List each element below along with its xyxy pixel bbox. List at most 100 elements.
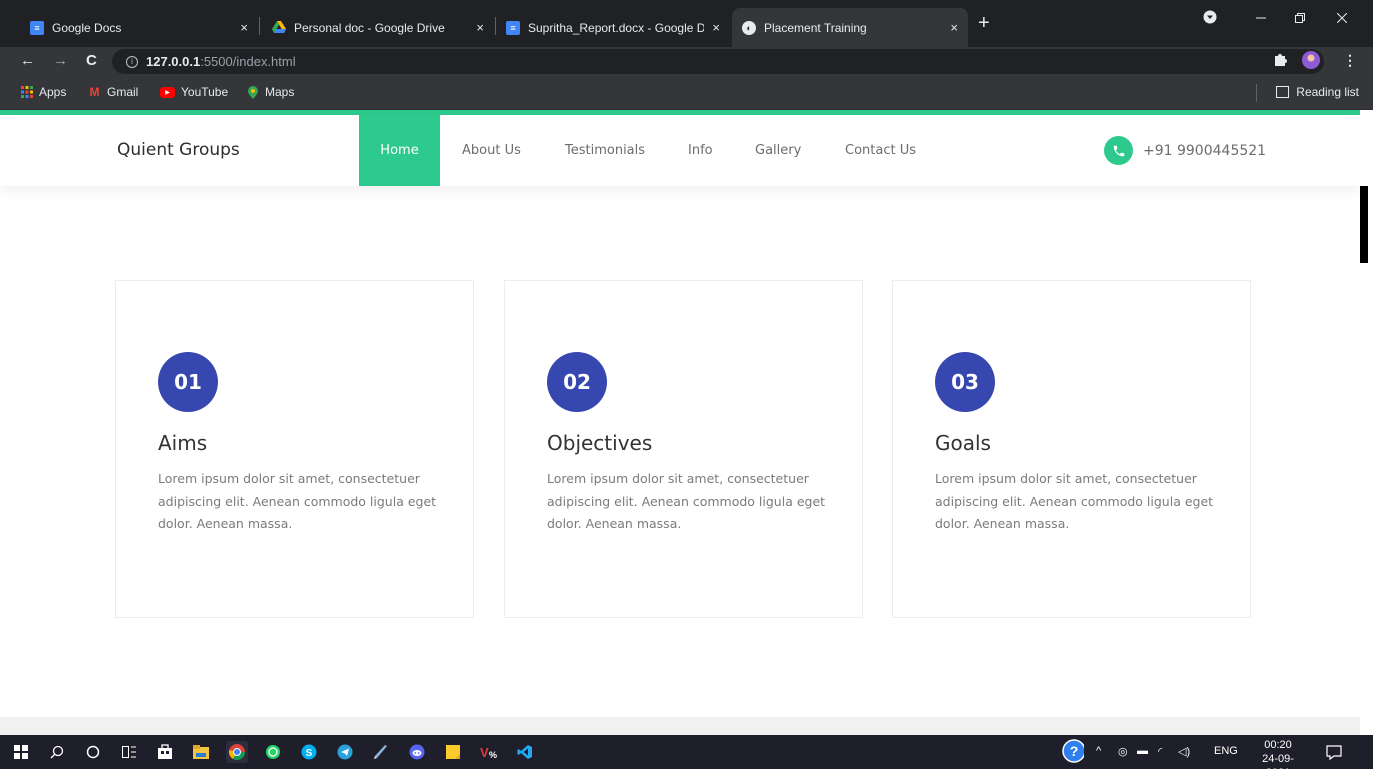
page-scrollbar-thumb[interactable] — [1360, 186, 1368, 263]
cortana-icon[interactable] — [82, 741, 104, 763]
restore-icon[interactable] — [1295, 10, 1305, 26]
language-indicator[interactable]: ENG — [1214, 745, 1238, 757]
reading-list-label: Reading list — [1296, 85, 1359, 99]
youtube-icon: ▶ — [160, 86, 175, 98]
feature-card-objectives: 02 Objectives Lorem ipsum dolor sit amet… — [504, 280, 863, 618]
reading-list-button[interactable]: Reading list — [1276, 85, 1359, 99]
search-icon[interactable] — [46, 741, 68, 763]
phone-number: +91 9900445521 — [1143, 142, 1267, 159]
bookmark-label: Maps — [265, 85, 295, 99]
bookmark-gmail[interactable]: M Gmail — [88, 85, 139, 99]
svg-text:?: ? — [1070, 743, 1079, 759]
bookmarks-bar: Apps M Gmail ▶ YouTube Maps Reading list — [0, 76, 1373, 110]
file-explorer-icon[interactable] — [190, 741, 212, 763]
extensions-puzzle-icon[interactable] — [1273, 52, 1287, 69]
browser-toolbar: ← → C i 127.0.0.1:5500/index.html ☆ ⋮ — [0, 47, 1373, 76]
avatar[interactable] — [1302, 51, 1320, 72]
card-description: Lorem ipsum dolor sit amet, consectetuer… — [158, 471, 437, 531]
window-close-icon[interactable] — [1336, 10, 1348, 26]
notes-app-icon[interactable] — [370, 741, 392, 763]
profile-menu-icon[interactable] — [1203, 10, 1217, 27]
bookmark-maps[interactable]: Maps — [246, 85, 294, 99]
bookmark-apps[interactable]: Apps — [20, 85, 66, 99]
page-viewport: Quient Groups Home About Us Testimonials… — [0, 110, 1373, 735]
meet-now-icon[interactable]: ◎ — [1118, 745, 1128, 758]
feature-card-goals: 03 Goals Lorem ipsum dolor sit amet, con… — [892, 280, 1251, 618]
nav-home[interactable]: Home — [359, 115, 440, 186]
back-arrow-icon[interactable]: ← — [20, 52, 35, 69]
tab-title: Placement Training — [764, 20, 867, 35]
battery-icon[interactable]: ▬ — [1137, 745, 1148, 757]
store-icon[interactable] — [154, 741, 176, 763]
windows-taskbar: S V% ? ^ ◎ ▬ ◜ ◁) ENG 00:20 24-09-2021 — [0, 735, 1373, 779]
close-icon[interactable]: × — [950, 20, 958, 35]
taskbar-clock[interactable]: 00:20 24-09-2021 — [1250, 738, 1306, 780]
card-number-badge: 01 — [158, 352, 218, 412]
bookmark-label: Gmail — [107, 85, 139, 99]
tray-chevron-up-icon[interactable]: ^ — [1096, 745, 1101, 757]
clock-time: 00:20 — [1264, 739, 1292, 751]
nav-gallery[interactable]: Gallery — [755, 115, 801, 186]
discord-icon[interactable] — [406, 741, 428, 763]
bookmark-youtube[interactable]: ▶ YouTube — [160, 85, 228, 99]
clock-date: 24-09-2021 — [1262, 753, 1294, 779]
close-icon[interactable]: × — [476, 20, 484, 35]
tab-report-doc[interactable]: ≡ Supritha_Report.docx - Google D × — [496, 8, 730, 47]
tab-title: Google Docs — [52, 20, 122, 35]
skype-icon[interactable]: S — [298, 741, 320, 763]
telegram-icon[interactable] — [334, 741, 356, 763]
wifi-icon[interactable]: ◜ — [1158, 745, 1162, 758]
nav-testimonials[interactable]: Testimonials — [565, 115, 645, 186]
tab-title: Supritha_Report.docx - Google D — [528, 20, 705, 35]
nav-about-us[interactable]: About Us — [462, 115, 521, 186]
site-brand[interactable]: Quient Groups — [117, 140, 240, 160]
browser-menu-icon[interactable]: ⋮ — [1343, 52, 1357, 69]
globe-icon: ◐ — [742, 20, 756, 35]
forward-arrow-icon[interactable]: → — [53, 52, 68, 69]
url-path: :5500/index.html — [200, 54, 296, 69]
feature-card-aims: 01 Aims Lorem ipsum dolor sit amet, cons… — [115, 280, 474, 618]
browser-tab-strip: ≡ Google Docs × Personal doc - Google Dr… — [0, 0, 1373, 47]
address-bar[interactable]: i 127.0.0.1:5500/index.html ☆ — [112, 49, 1324, 74]
chrome-icon[interactable] — [226, 741, 248, 763]
windows-start-icon[interactable] — [10, 741, 32, 763]
card-description: Lorem ipsum dolor sit amet, consectetuer… — [935, 471, 1214, 531]
nav-contact-us[interactable]: Contact Us — [845, 115, 916, 186]
maps-icon — [246, 85, 259, 99]
url-host: 127.0.0.1 — [146, 54, 201, 69]
minimize-icon[interactable] — [1256, 10, 1266, 26]
close-icon[interactable]: × — [240, 20, 248, 35]
docs-icon: ≡ — [30, 20, 44, 35]
card-description: Lorem ipsum dolor sit amet, consectetuer… — [547, 471, 826, 531]
new-tab-button[interactable]: + — [978, 12, 990, 35]
tab-separator — [259, 17, 260, 35]
tab-google-drive[interactable]: Personal doc - Google Drive × — [262, 8, 494, 47]
apps-grid-icon — [20, 86, 33, 99]
card-title: Goals — [935, 431, 991, 455]
sticky-notes-icon[interactable] — [442, 741, 464, 763]
svg-text:%: % — [489, 750, 497, 760]
task-view-icon[interactable] — [118, 741, 140, 763]
svg-text:V: V — [480, 745, 489, 760]
reload-icon[interactable]: C — [86, 52, 97, 69]
card-title: Aims — [158, 431, 208, 455]
tab-google-docs[interactable]: ≡ Google Docs × — [20, 8, 258, 47]
notifications-icon[interactable] — [1323, 741, 1345, 763]
svg-text:S: S — [306, 748, 313, 759]
site-header: Quient Groups Home About Us Testimonials… — [0, 115, 1360, 186]
site-info-icon[interactable]: i — [126, 55, 138, 68]
bookmark-label: YouTube — [181, 85, 229, 99]
tab-placement-training[interactable]: ◐ Placement Training × — [732, 8, 968, 47]
phone-icon — [1104, 136, 1133, 165]
visual-paradigm-icon[interactable]: V% — [478, 741, 500, 763]
header-phone[interactable]: +91 9900445521 — [1104, 136, 1266, 165]
whatsapp-icon[interactable] — [262, 741, 284, 763]
nav-info[interactable]: Info — [688, 115, 713, 186]
drive-icon — [272, 21, 286, 35]
close-icon[interactable]: × — [712, 20, 720, 35]
card-number-badge: 03 — [935, 352, 995, 412]
vscode-icon[interactable] — [514, 741, 536, 763]
docs-icon: ≡ — [506, 20, 520, 35]
help-icon[interactable]: ? — [1062, 739, 1084, 763]
volume-icon[interactable]: ◁) — [1178, 745, 1190, 758]
